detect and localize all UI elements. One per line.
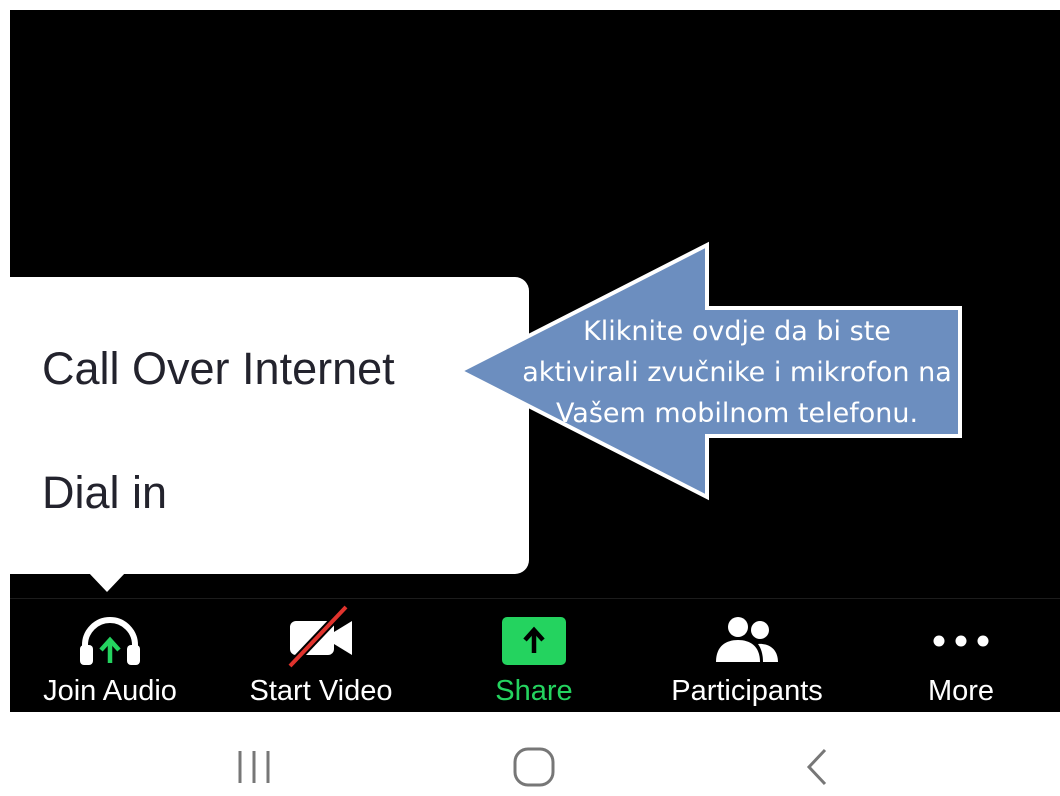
participants-icon — [716, 617, 778, 662]
home-icon — [513, 747, 555, 787]
share-icon — [502, 617, 566, 665]
annotation-text: Kliknite ovdje da bi ste aktivirali zvuč… — [514, 311, 960, 434]
video-off-icon — [287, 604, 352, 669]
home-button[interactable] — [494, 742, 574, 792]
participants-button[interactable]: Participants — [647, 599, 847, 713]
annotation-line: Vašem mobilnom telefonu. — [555, 398, 919, 429]
zoom-meeting-screen: Call Over Internet Dial in Kliknite ovdj… — [0, 0, 1060, 796]
annotation-line: aktivirali zvučnike i mikrofon na — [522, 357, 952, 388]
back-button[interactable] — [776, 742, 856, 792]
meeting-toolbar: Join Audio Start Video Share Participant… — [10, 598, 1060, 713]
join-audio-label: Join Audio — [43, 675, 177, 707]
more-button[interactable]: More — [861, 599, 1060, 713]
dial-in-option[interactable]: Dial in — [42, 467, 167, 519]
start-video-label: Start Video — [249, 675, 393, 707]
more-label: More — [927, 675, 995, 707]
share-button[interactable]: Share — [434, 599, 634, 713]
more-icon — [933, 635, 989, 647]
popup-pointer — [88, 572, 126, 592]
call-over-internet-option[interactable]: Call Over Internet — [42, 343, 395, 395]
start-video-button[interactable]: Start Video — [221, 599, 421, 713]
participants-label: Participants — [671, 675, 823, 707]
system-nav-bar — [0, 712, 1060, 796]
share-label: Share — [495, 675, 573, 707]
recent-apps-icon — [238, 751, 270, 783]
recent-apps-button[interactable] — [214, 742, 294, 792]
headphones-icon — [80, 617, 140, 665]
annotation-line: Kliknite ovdje da bi ste — [583, 316, 891, 347]
join-audio-button[interactable]: Join Audio — [10, 599, 210, 713]
back-icon — [806, 748, 827, 786]
audio-options-popup: Call Over Internet Dial in — [10, 277, 529, 574]
